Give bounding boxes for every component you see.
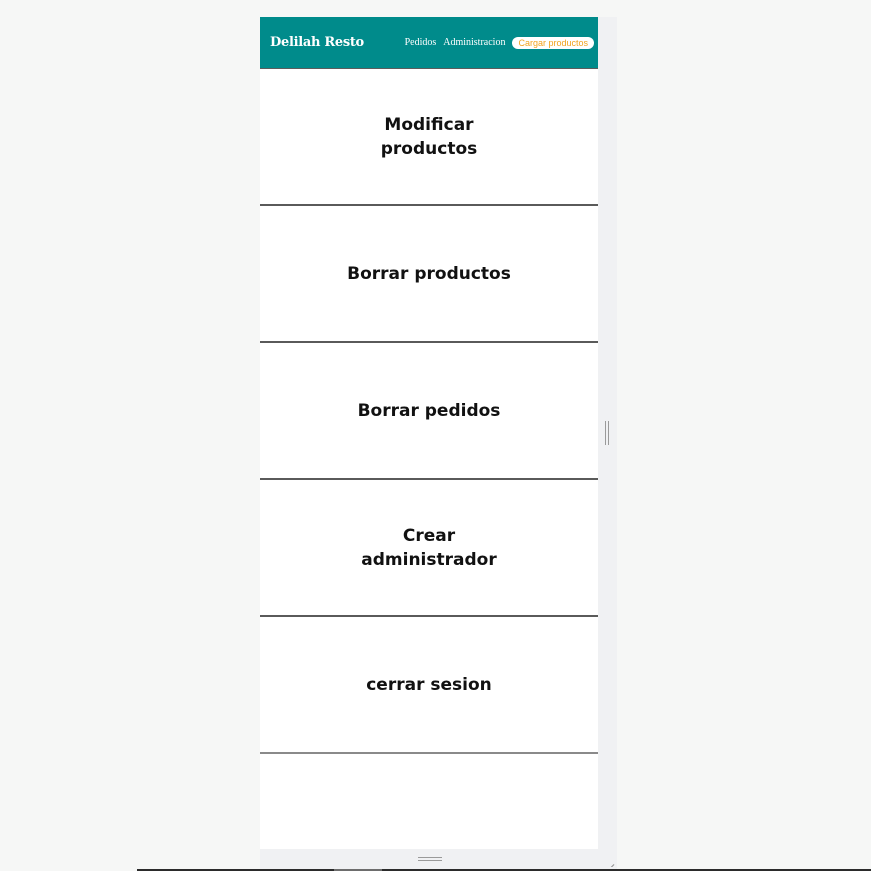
menu-item-label: cerrar sesion (366, 674, 492, 695)
navbar: Delilah Resto Pedidos Administracion Car… (260, 17, 598, 69)
menu-item-crear-administrador[interactable]: Crear administrador (260, 480, 598, 617)
nav-link-pedidos[interactable]: Pedidos (405, 37, 437, 48)
cargar-productos-button[interactable]: Cargar productos (512, 36, 594, 49)
menu-item-label: Modificar productos (380, 114, 478, 159)
nav-link-administracion[interactable]: Administracion (443, 37, 505, 48)
menu-item-label: Crear administrador (361, 525, 497, 570)
menu-item-borrar-pedidos[interactable]: Borrar pedidos (260, 343, 598, 480)
horizontal-resize-grip-icon[interactable] (418, 857, 442, 861)
menu-item-label: Borrar pedidos (357, 400, 501, 421)
resize-corner-icon[interactable] (601, 853, 615, 867)
brand-logo[interactable]: Delilah Resto (270, 35, 364, 50)
menu-item-borrar-productos[interactable]: Borrar productos (260, 206, 598, 343)
app-viewport: Delilah Resto Pedidos Administracion Car… (260, 17, 598, 849)
nav-links: Pedidos Administracion Cargar productos (398, 36, 594, 49)
menu-item-label: Borrar productos (347, 263, 511, 284)
vertical-resize-grip-icon[interactable] (605, 421, 609, 445)
menu-item-cerrar-sesion[interactable]: cerrar sesion (260, 617, 598, 754)
menu-item-modificar-productos[interactable]: Modificar productos (260, 69, 598, 206)
